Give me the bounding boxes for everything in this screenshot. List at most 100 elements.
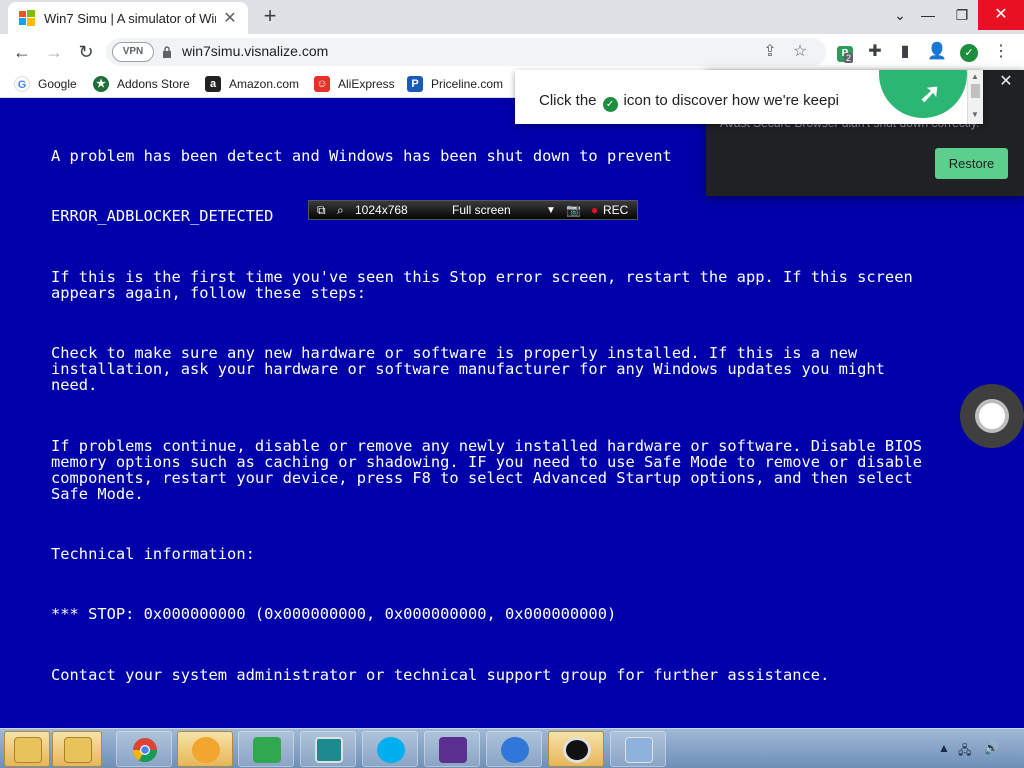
restore-window-button[interactable]: ❐: [944, 0, 980, 30]
rec-button[interactable]: REC: [603, 203, 628, 217]
mode-dropdown-icon[interactable]: ▼: [546, 205, 556, 216]
reload-button[interactable]: ↻: [74, 40, 98, 64]
tab-strip: Win7 Simu | A simulator of Wind ✕ + ⌄ — …: [0, 0, 1024, 34]
bsod-para3-line: If problems continue, disable or remove …: [51, 437, 922, 455]
record-dot-icon: ●: [591, 203, 599, 217]
weather-sun-icon: [501, 737, 529, 763]
scroll-thumb[interactable]: [971, 84, 980, 98]
chrome-icon: [133, 738, 157, 763]
taskbar-file-explorer-1[interactable]: [4, 731, 50, 767]
extension-p-icon[interactable]: P 2: [834, 41, 856, 63]
bsod-para3-line: components, restart your device, press F…: [51, 469, 913, 487]
avast-browser-icon: [192, 737, 220, 763]
folder-icon: [14, 737, 42, 763]
share-icon[interactable]: ⇪: [760, 42, 780, 62]
priceline-icon: P: [407, 76, 423, 92]
tab-close-icon[interactable]: ✕: [222, 8, 238, 28]
bookmark-label: AliExpress: [338, 77, 395, 91]
bsod-error-code: ERROR_ADBLOCKER_DETECTED: [51, 207, 274, 225]
windows-taskbar: ▲ 🖧 🔊: [0, 728, 1024, 768]
bsod-contact: Contact your system administrator or tec…: [51, 666, 830, 684]
switch-windows-icon: [625, 737, 653, 763]
bsod-para3-line: Safe Mode.: [51, 485, 144, 503]
security-shield-icon[interactable]: ✓: [958, 41, 980, 63]
addons-store-icon: ★: [93, 76, 109, 92]
vpn-button[interactable]: VPN: [112, 42, 154, 62]
taskbar-avast-browser[interactable]: [177, 731, 233, 767]
camera-icon[interactable]: 📷: [566, 203, 581, 217]
shield-check-icon: ✓: [602, 97, 618, 112]
puzzle-extensions-icon[interactable]: ✚: [864, 41, 886, 63]
tip-text: Click the ✓ icon to discover how we're kee…: [539, 92, 839, 112]
menu-kebab-icon[interactable]: ⋮: [990, 41, 1012, 63]
network-icon[interactable]: 🖧: [958, 741, 971, 762]
bookmark-priceline[interactable]: P Priceline.com: [407, 74, 503, 94]
bsod-para2-line: installation, ask your hardware or softw…: [51, 360, 885, 378]
screen-recorder-bar: ⧉ ⌕ 1024x768 Full screen ▼ 📷 ● REC: [308, 200, 638, 220]
scroll-down-icon[interactable]: ▼: [971, 110, 979, 119]
profile-icon[interactable]: 👤: [926, 41, 948, 63]
bsod-para2-line: need.: [51, 376, 98, 394]
bookmark-google[interactable]: G Google: [14, 74, 77, 94]
bookmark-amazon[interactable]: a Amazon.com: [205, 74, 299, 94]
skype-icon: [377, 737, 405, 763]
lock-icon: [163, 46, 171, 58]
forward-button[interactable]: →: [42, 40, 66, 64]
taskbar-file-explorer-2[interactable]: [52, 731, 102, 767]
restore-close-icon[interactable]: ✕: [996, 72, 1016, 92]
taskbar-skype[interactable]: [362, 731, 418, 767]
bsod-intro: A problem has been detect and Windows ha…: [51, 147, 672, 165]
scroll-up-icon[interactable]: ▲: [971, 72, 979, 81]
extension-badge: 2: [844, 53, 854, 63]
recorder-mode[interactable]: Full screen: [452, 203, 511, 217]
back-button[interactable]: ←: [10, 40, 34, 64]
bookmark-label: Priceline.com: [431, 77, 504, 91]
taskbar-window-switch[interactable]: [610, 731, 666, 767]
window-mode-icon[interactable]: ⧉: [317, 203, 326, 218]
bookmark-star-icon[interactable]: ☆: [790, 42, 810, 62]
bsod-para2-line: Check to make sure any new hardware or s…: [51, 344, 858, 362]
url-text: win7simu.visnalize.com: [182, 43, 329, 59]
browser-tab[interactable]: Win7 Simu | A simulator of Wind ✕: [8, 2, 248, 34]
tip-text-before: Click the: [539, 92, 597, 109]
bookmark-addons-store[interactable]: ★ Addons Store: [93, 74, 190, 94]
photos-icon: [315, 737, 343, 763]
bookmark-label: Google: [38, 77, 77, 91]
bookmark-label: Addons Store: [117, 77, 190, 91]
sidebar-icon[interactable]: ▮: [894, 41, 916, 63]
arrow-up-right-icon: ➚: [919, 78, 941, 108]
tray-chevron-up-icon[interactable]: ▲: [938, 741, 950, 755]
windows-logo-icon: [19, 10, 35, 26]
taskbar-photos[interactable]: [300, 731, 356, 767]
folder-icon: [64, 737, 92, 763]
bsod-technical-heading: Technical information:: [51, 545, 255, 563]
zoom-icon[interactable]: ⌕: [337, 203, 344, 218]
security-tip-popup: Click the ✓ icon to discover how we're kee…: [515, 70, 983, 124]
close-window-button[interactable]: ✕: [978, 0, 1024, 30]
floating-assistive-button[interactable]: [960, 384, 1024, 448]
tip-scrollbar[interactable]: ▲ ▼: [967, 70, 983, 124]
tab-title: Win7 Simu | A simulator of Wind: [44, 10, 216, 26]
taskbar-trophy[interactable]: [424, 731, 480, 767]
taskbar-chrome[interactable]: [116, 731, 172, 767]
bookmark-aliexpress[interactable]: ☺ AliExpress: [314, 74, 395, 94]
aliexpress-icon: ☺: [314, 76, 330, 92]
taskbar-store[interactable]: [238, 731, 294, 767]
store-icon: [253, 737, 281, 763]
bookmark-label: Amazon.com: [229, 77, 300, 91]
address-bar[interactable]: VPN win7simu.visnalize.com ⇪ ☆: [106, 38, 826, 66]
google-icon: G: [14, 76, 30, 92]
trophy-icon: [439, 737, 467, 763]
bsod-para1-line: If this is the first time you've seen th…: [51, 268, 913, 286]
taskbar-recorder[interactable]: [548, 731, 604, 767]
tip-text-after: icon to discover how we're keepi: [623, 92, 840, 109]
new-tab-button[interactable]: +: [258, 4, 282, 28]
volume-icon[interactable]: 🔊: [984, 741, 999, 755]
recorder-resolution: 1024x768: [355, 203, 408, 217]
record-icon: [563, 737, 591, 763]
restore-button[interactable]: Restore: [935, 148, 1008, 179]
bsod-para3-line: memory options such as caching or shadow…: [51, 453, 922, 471]
taskbar-weather[interactable]: [486, 731, 542, 767]
minimize-button[interactable]: —: [910, 0, 946, 30]
floating-button-inner: [975, 399, 1009, 433]
